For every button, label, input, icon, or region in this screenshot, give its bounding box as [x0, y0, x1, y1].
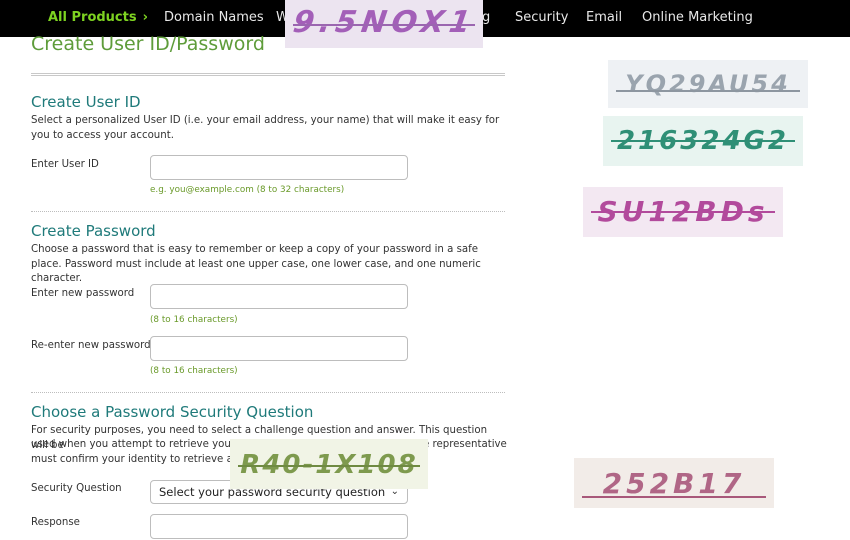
reenter-password-input[interactable]: [150, 336, 408, 361]
section-title-user-id: Create User ID: [31, 93, 141, 111]
captcha-image: R40-1X108: [230, 439, 428, 489]
captcha-image: YQ29AU54: [608, 60, 808, 108]
label-reenter-password: Re-enter new password: [31, 340, 151, 351]
captcha-text: YQ29AU54: [625, 70, 791, 98]
captcha-strike: [616, 90, 800, 92]
captcha-text: 252B17: [602, 467, 746, 500]
nav-domain-names[interactable]: Domain Names: [164, 0, 264, 37]
section-desc-password: Choose a password that is easy to rememb…: [31, 244, 481, 284]
nav-online-marketing[interactable]: Online Marketing: [642, 0, 753, 37]
section-desc-security-line3: must confirm your identity to retrieve a…: [31, 454, 246, 465]
section-desc-user-id: Select a personalized User ID (i.e. your…: [31, 115, 500, 141]
captcha-image: SU12BDs: [583, 187, 783, 237]
nav-security[interactable]: Security: [515, 0, 568, 37]
user-id-input[interactable]: [150, 155, 408, 180]
section-divider: [31, 211, 505, 212]
nav-email[interactable]: Email: [586, 0, 622, 37]
response-input[interactable]: [150, 514, 408, 539]
captcha-strike: [591, 211, 775, 213]
captcha-image: 216324G2: [603, 116, 803, 166]
captcha-text: R40-1X108: [240, 450, 418, 480]
label-user-id: Enter User ID: [31, 159, 99, 170]
hint-user-id: e.g. you@example.com (8 to 32 characters…: [150, 185, 345, 195]
hint-reenter-password: (8 to 16 characters): [150, 366, 238, 376]
chevron-right-icon: ›: [142, 10, 148, 25]
section-desc-security-line2b: e representative: [423, 439, 507, 450]
label-new-password: Enter new password: [31, 288, 135, 299]
section-title-password: Create Password: [31, 222, 156, 240]
label-response: Response: [31, 517, 80, 528]
section-title-security-question: Choose a Password Security Question: [31, 403, 314, 421]
captcha-strike: [611, 140, 795, 142]
nav-all-products[interactable]: All Products ›: [48, 0, 148, 37]
captcha-strike: [237, 465, 421, 467]
captcha-strike: [292, 24, 476, 26]
section-desc-security-line2a: used when you attempt to retrieve your p…: [31, 439, 251, 450]
nav-all-products-label: All Products: [48, 10, 137, 25]
captcha-image: 9.5NOX1: [285, 0, 483, 48]
nav-hosting[interactable]: g: [482, 0, 490, 37]
hint-new-password: (8 to 16 characters): [150, 315, 238, 325]
captcha-strike: [582, 496, 766, 498]
label-security-question: Security Question: [31, 483, 122, 494]
title-divider: [31, 73, 505, 76]
section-divider: [31, 392, 505, 393]
new-password-input[interactable]: [150, 284, 408, 309]
captcha-image: 252B17: [574, 458, 774, 508]
page-title: Create User ID/Password: [31, 33, 265, 55]
